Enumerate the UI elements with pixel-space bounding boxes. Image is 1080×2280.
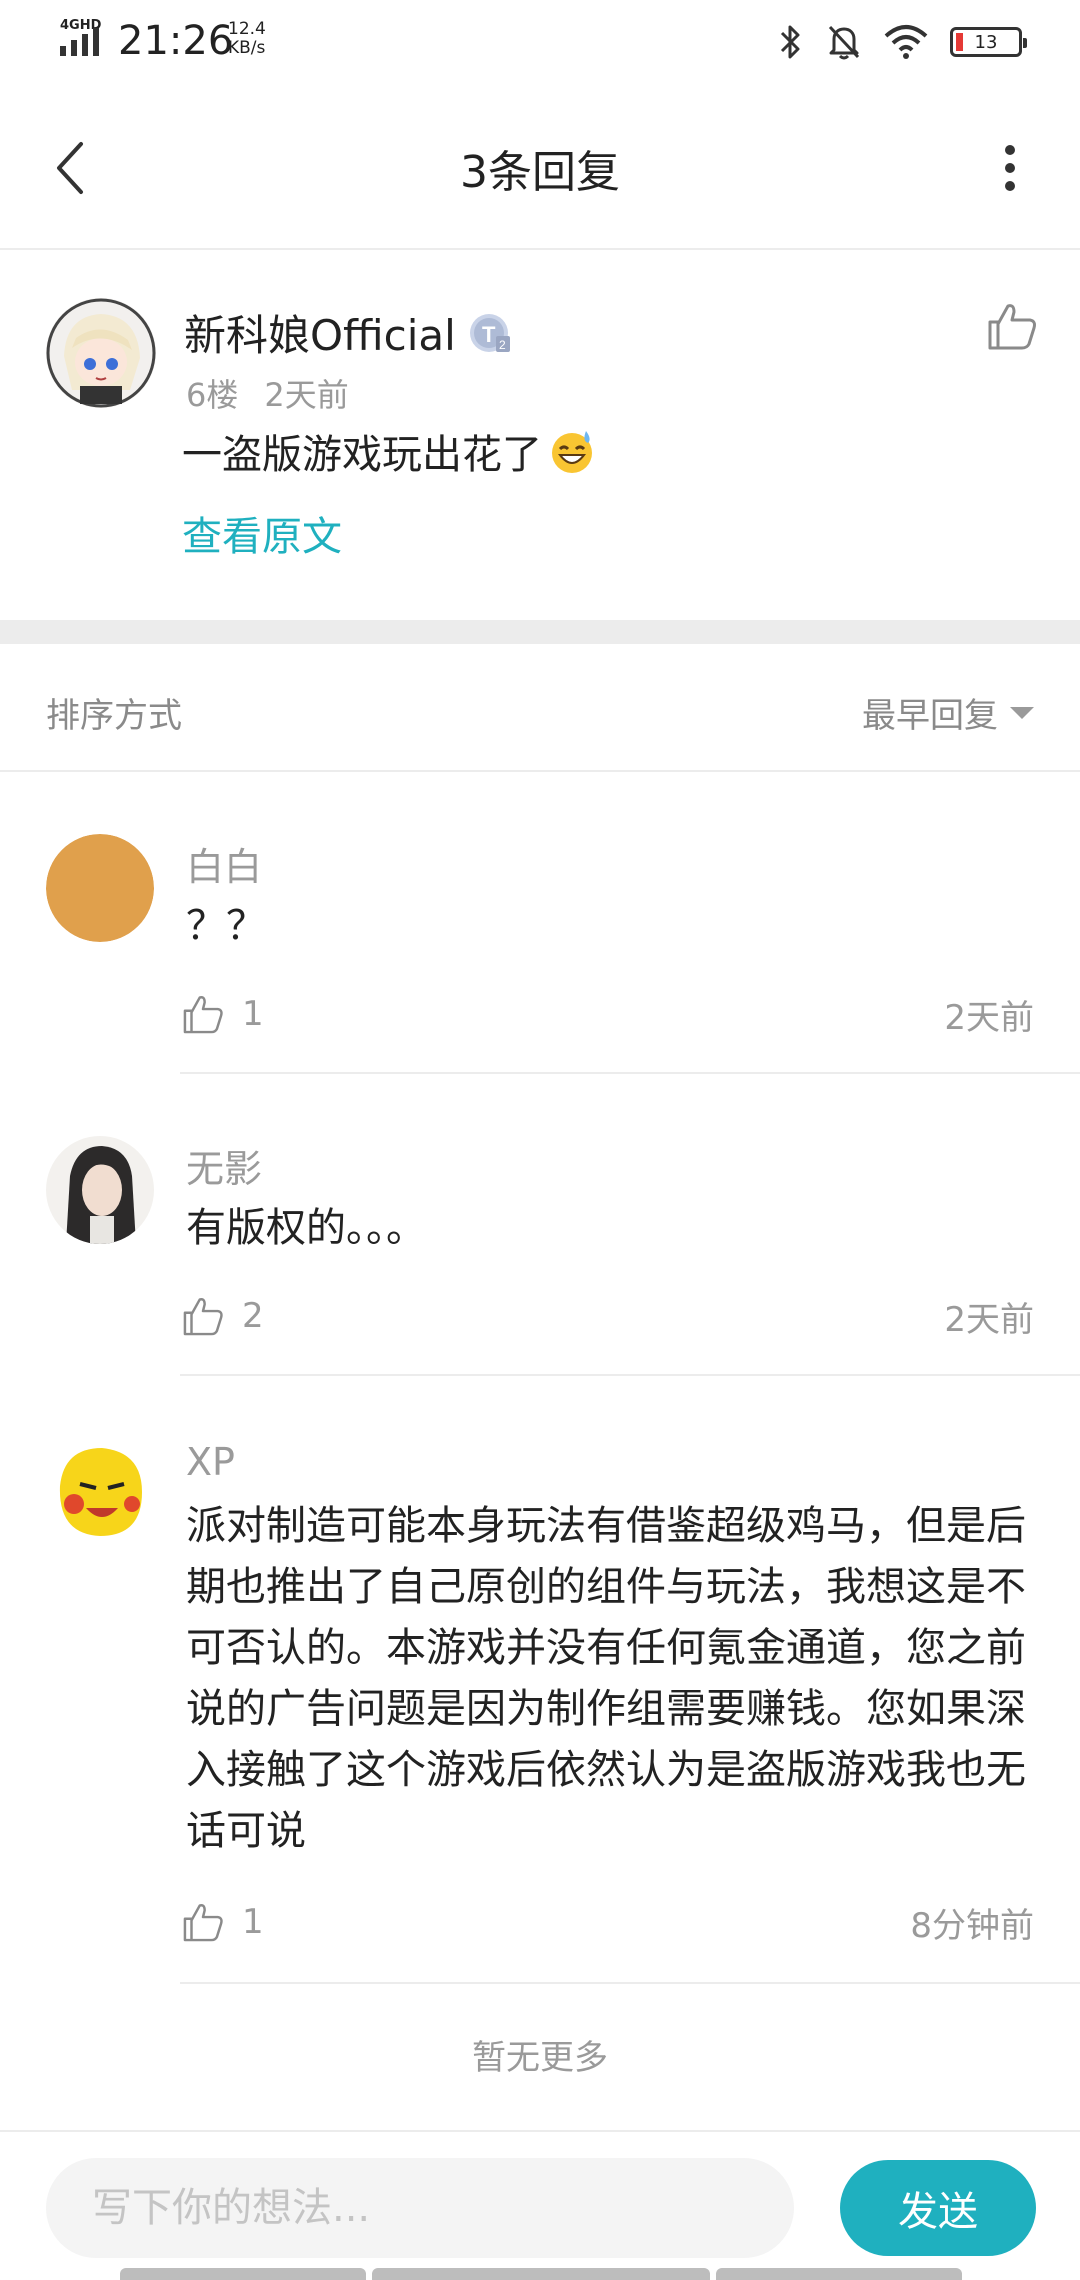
like-button[interactable]: 1 [180,1899,264,1945]
signal-icon [60,28,99,56]
more-vertical-icon [1005,145,1015,191]
nav-gesture-bar [120,2268,366,2280]
avatar[interactable] [46,834,154,942]
sort-label: 排序方式 [46,696,182,736]
reply-author[interactable]: 白白 [186,836,262,891]
like-button[interactable]: 2 [180,1293,264,1339]
status-icons: 13 [778,20,1027,64]
thumbs-up-icon [183,996,223,1034]
avatar[interactable] [46,1438,154,1546]
reply-author[interactable]: 无影 [186,1138,262,1193]
reply-actions: 1 8分钟前 [180,1894,1034,1950]
nav-gesture-bar [372,2268,710,2280]
original-comment: 新科娘Official T 2 6楼 2天前 一盗版游戏玩出花了 查看原文 [0,252,1080,620]
reply-time: 8分钟前 [910,1905,1034,1946]
like-count: 2 [242,1296,264,1336]
status-bar: 4GHD 21:26 12.4 KB/s 13 [0,0,1080,88]
comment-bar: 发送 [0,2130,1080,2280]
network-speed: 12.4 KB/s [228,19,266,58]
wifi-icon [884,25,928,59]
sort-row: 排序方式 最早回复 [0,644,1080,772]
post-body: 一盗版游戏玩出花了 [182,432,542,478]
divider [180,1982,1080,1984]
author-row: 新科娘Official T 2 [184,302,514,363]
character-avatar-image [46,1136,154,1244]
mute-icon [828,25,860,60]
post-meta: 6楼 2天前 [186,370,349,416]
caret-down-icon [1010,706,1034,719]
sort-dropdown[interactable]: 最早回复 [862,688,1034,737]
orange-avatar-image [46,834,154,942]
post-text: 一盗版游戏玩出花了 [182,422,596,480]
top-app-bar: 3条回复 [0,88,1080,250]
section-divider [0,620,1080,644]
reply-text: 有版权的。。。 [186,1205,426,1251]
grinning-sweat-emoji [552,431,592,473]
yellow-cartoon-avatar-image [46,1438,154,1546]
comment-input[interactable] [46,2158,794,2258]
avatar[interactable] [46,1136,154,1244]
view-original-link[interactable]: 查看原文 [182,504,342,562]
author-name[interactable]: 新科娘Official [184,302,456,363]
battery-icon: 13 [950,27,1027,57]
reply-text: 派对制造可能本身玩法有借鉴超级鸡马，但是后期也推出了自己原创的组件与玩法，我想这… [186,1503,1026,1854]
sort-selected-value: 最早回复 [862,696,998,736]
post-time: 2天前 [264,376,349,414]
no-more-label: 暂无更多 [472,2038,608,2078]
reply-item: 白白 ？？ 1 2天前 [0,772,1080,1074]
like-button[interactable]: 1 [180,991,264,1037]
svg-text:2: 2 [499,338,506,352]
more-options-button[interactable] [980,132,1040,204]
bluetooth-icon [780,25,800,59]
send-button[interactable]: 发送 [840,2160,1036,2256]
thumbs-up-icon [183,1298,223,1336]
anime-avatar-image [46,298,156,408]
floor-number: 6楼 [186,376,239,414]
thumbs-up-icon[interactable] [984,298,1040,354]
reply-author[interactable]: XP [186,1440,235,1484]
reply-item: XP 派对制造可能本身玩法有借鉴超级鸡马，但是后期也推出了自己原创的组件与玩法，… [0,1376,1080,1984]
avatar[interactable] [46,298,156,408]
nav-gesture-bar [716,2268,962,2280]
reply-time: 2天前 [944,1299,1034,1340]
svg-text:T: T [482,322,496,347]
like-count: 1 [242,1902,264,1942]
reply-actions: 1 2天前 [180,986,1034,1042]
reply-actions: 2 2天前 [180,1288,1034,1344]
battery-percent: 13 [974,31,998,53]
thumbs-up-icon [183,1904,223,1942]
reply-item: 无影 有版权的。。。 2 2天前 [0,1074,1080,1376]
like-count: 1 [242,994,264,1034]
battery-level [956,33,963,51]
clock: 21:26 [118,18,234,64]
page-title: 3条回复 [460,147,620,198]
reply-time: 2天前 [944,997,1034,1038]
reply-text: ？？ [186,903,266,949]
level-badge-icon: T 2 [469,313,510,352]
